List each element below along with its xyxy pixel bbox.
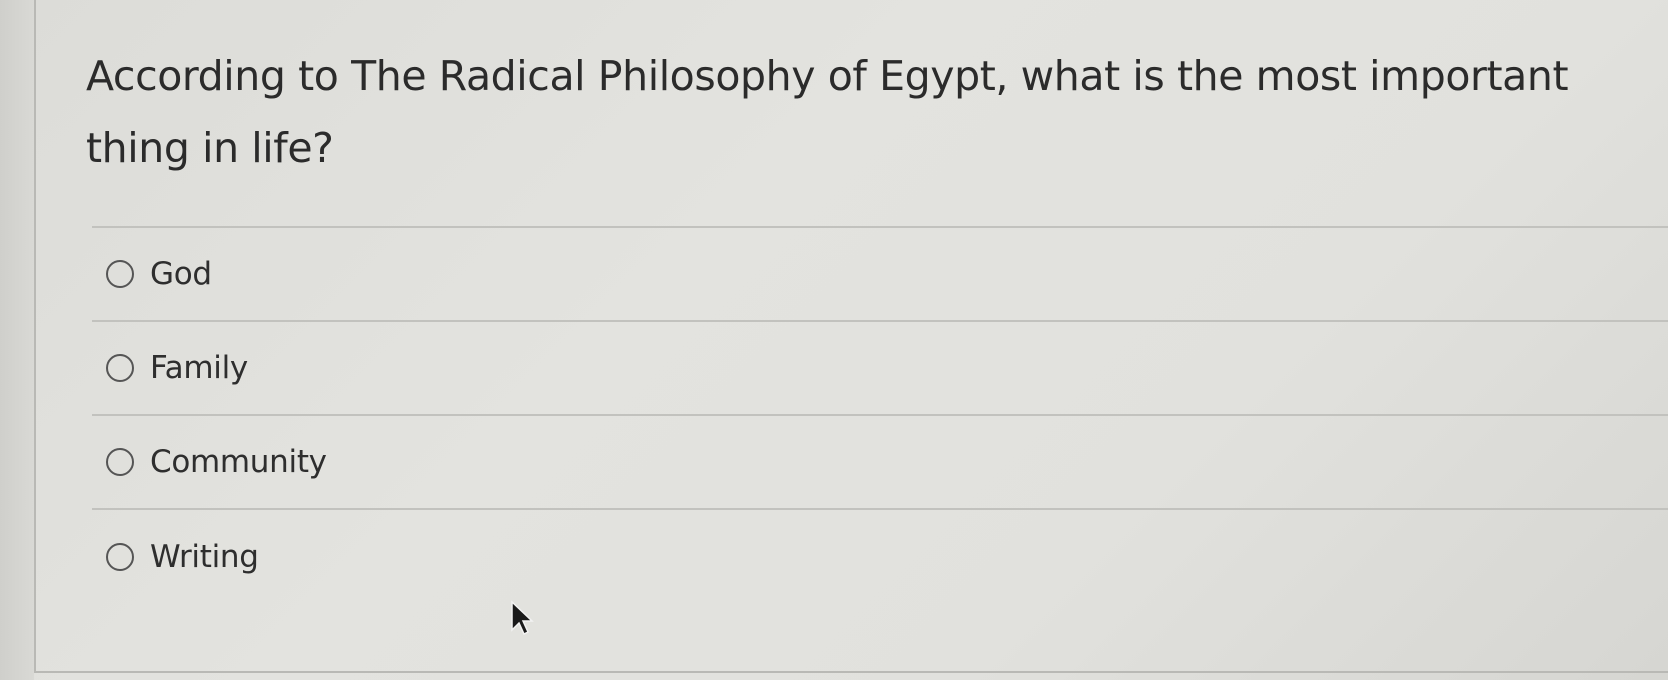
radio-unchecked-icon[interactable] — [106, 448, 134, 476]
option-label: Community — [150, 444, 327, 480]
option-writing[interactable]: Writing — [92, 510, 1668, 604]
left-rail — [0, 0, 34, 680]
radio-unchecked-icon[interactable] — [106, 260, 134, 288]
option-label: Writing — [150, 539, 259, 575]
mouse-pointer-icon — [511, 600, 534, 636]
option-label: God — [150, 256, 212, 292]
question-text: According to The Radical Philosophy of E… — [86, 52, 1569, 172]
option-family[interactable]: Family — [92, 322, 1668, 416]
quiz-screen: According to The Radical Philosophy of E… — [0, 0, 1668, 680]
option-label: Family — [150, 350, 248, 386]
radio-unchecked-icon[interactable] — [106, 543, 134, 571]
option-community[interactable]: Community — [92, 416, 1668, 510]
answer-options: God Family Community Writing — [92, 226, 1668, 604]
option-god[interactable]: God — [92, 228, 1668, 322]
radio-unchecked-icon[interactable] — [106, 354, 134, 382]
